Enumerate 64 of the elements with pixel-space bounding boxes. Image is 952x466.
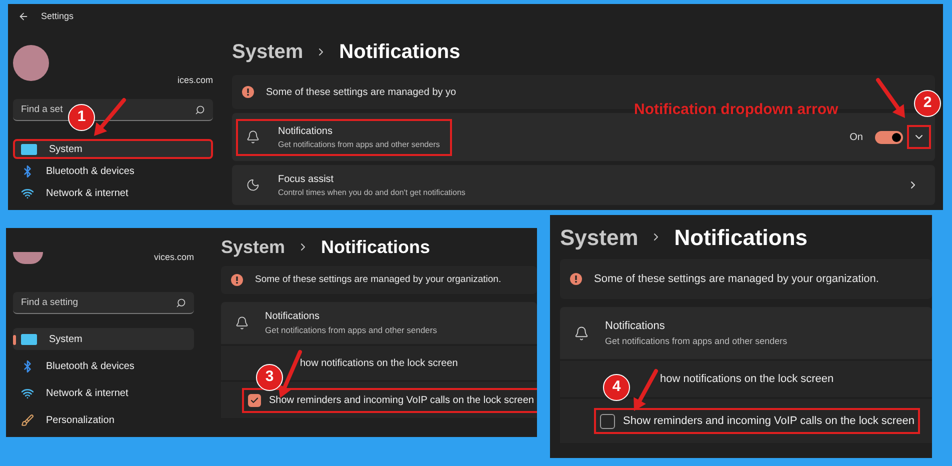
- monitor-icon: [21, 334, 37, 344]
- setting-title: Notifications: [278, 124, 334, 138]
- checkbox[interactable]: [248, 394, 261, 406]
- pointer-arrow: [94, 98, 126, 136]
- setting-title: Notifications: [265, 310, 320, 324]
- checkbox-label: Show reminders and incoming VoIP calls on the lock screen: [269, 394, 534, 408]
- toggle-state-label: On: [850, 130, 863, 144]
- breadcrumb-parent[interactable]: System: [232, 37, 304, 67]
- toggle-thumb: [892, 132, 901, 142]
- setting-description: Get notifications from apps and other senders: [265, 324, 437, 337]
- brush-icon: [21, 414, 34, 426]
- search-icon: [195, 105, 205, 115]
- dropdown-button[interactable]: [907, 125, 931, 149]
- moon-icon: [246, 178, 260, 192]
- checkbox-label: Show reminders and incoming VoIP calls on the lock screen: [623, 414, 914, 429]
- search-field[interactable]: Find a setting: [13, 292, 194, 314]
- breadcrumb-parent[interactable]: System: [560, 220, 638, 254]
- settings-card[interactable]: Focus assist Control times when you do and don't get notifications: [232, 165, 935, 205]
- nav-item[interactable]: System: [13, 139, 213, 159]
- info-icon: [231, 274, 243, 286]
- notice-text: Some of these settings are managed by yo: [266, 86, 456, 100]
- bluetooth-icon: [21, 164, 34, 178]
- bell-icon: [246, 130, 260, 144]
- nav-item[interactable]: Personalization: [13, 409, 194, 431]
- wifi-icon: [21, 386, 34, 400]
- bell-icon: [235, 316, 249, 330]
- nav-item[interactable]: Bluetooth & devices: [13, 161, 213, 181]
- account-email: vices.com: [154, 250, 194, 264]
- selection-indicator: [13, 335, 16, 345]
- option-label: how notifications on the lock screen: [300, 356, 458, 370]
- bell-icon: [574, 326, 589, 340]
- info-icon: [242, 86, 254, 98]
- search-icon: [176, 298, 186, 308]
- wifi-icon: [21, 186, 34, 200]
- toggle-switch[interactable]: [875, 130, 903, 144]
- check-icon: [250, 396, 259, 404]
- checkbox[interactable]: [600, 414, 615, 428]
- bluetooth-icon: [21, 360, 34, 372]
- avatar-placeholder: [13, 252, 43, 264]
- settings-card[interactable]: Notifications Get notifications from apps and other senders: [560, 307, 932, 359]
- option-label: how notifications on the lock screen: [660, 372, 834, 387]
- notice-text: Some of these settings are managed by your organization.: [594, 272, 879, 287]
- page-title: Notifications: [674, 224, 808, 252]
- window-title: Settings: [41, 10, 74, 23]
- setting-title: Notifications: [605, 319, 666, 334]
- setting-title: Focus assist: [278, 172, 335, 186]
- settings-card[interactable]: Notifications Get notifications from apps and other senders: [221, 302, 537, 344]
- nav-item[interactable]: System: [13, 328, 194, 350]
- account-email: ices.com: [177, 74, 213, 86]
- page-title: Notifications: [321, 236, 430, 258]
- back-arrow-icon[interactable]: [18, 11, 29, 22]
- breadcrumb-parent[interactable]: System: [221, 234, 286, 260]
- monitor-icon: [21, 144, 37, 154]
- setting-description: Get notifications from apps and other senders: [605, 334, 788, 348]
- nav-item[interactable]: Network & internet: [13, 183, 213, 203]
- nav-item[interactable]: Network & internet: [13, 382, 194, 404]
- setting-description: Control times when you do and don't get notifications: [278, 186, 466, 198]
- setting-description: Get notifications from apps and other senders: [278, 138, 440, 150]
- avatar-placeholder: [13, 45, 49, 81]
- page-title: Notifications: [339, 40, 460, 65]
- info-icon: [570, 273, 582, 285]
- nav-item[interactable]: Bluetooth & devices: [13, 355, 194, 377]
- notice-text: Some of these settings are managed by your organization.: [255, 272, 502, 287]
- pointer-arrow: [876, 78, 905, 118]
